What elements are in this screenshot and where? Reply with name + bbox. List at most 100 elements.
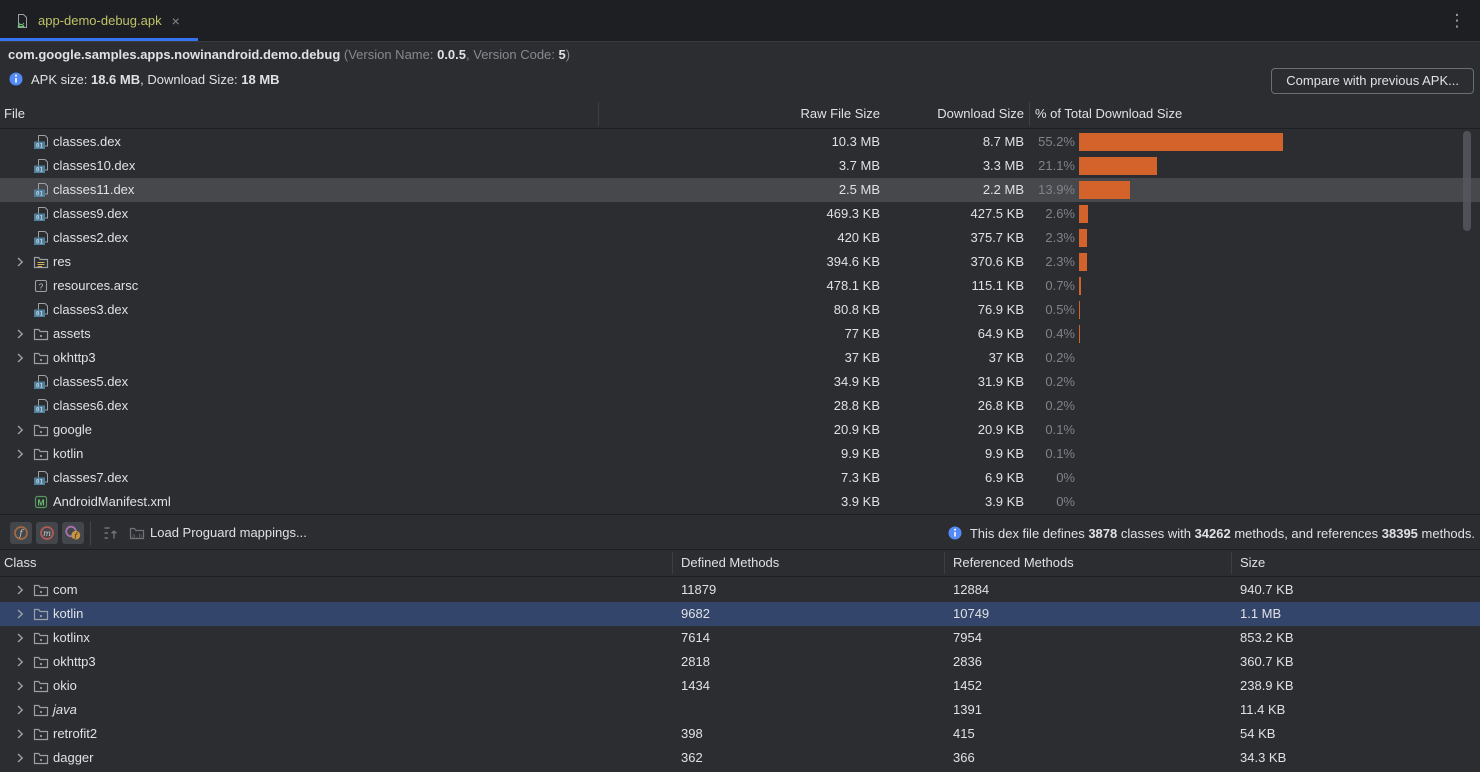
file-row[interactable]: 01classes2.dex420 KB375.7 KB2.3% [0,226,1480,250]
close-icon[interactable]: × [170,14,182,28]
file-row[interactable]: google20.9 KB20.9 KB0.1% [0,418,1480,442]
download-pct-value: 0.1% [1045,418,1075,442]
expand-chevron-icon[interactable] [12,582,28,598]
sort-tree-button[interactable] [100,522,122,544]
download-pct-value: 2.6% [1045,202,1075,226]
download-pct-value: 2.3% [1045,250,1075,274]
expand-chevron-icon[interactable] [12,750,28,766]
column-pct-of-total[interactable]: % of Total Download Size [1035,100,1182,128]
folder-res-icon [33,254,49,270]
expand-chevron-icon[interactable] [12,702,28,718]
class-row[interactable]: kotlinx76147954853.2 KB [0,626,1480,650]
file-name: AndroidManifest.xml [53,490,171,514]
file-row[interactable]: kotlin9.9 KB9.9 KB0.1% [0,442,1480,466]
package-name: retrofit2 [53,722,97,746]
file-row[interactable]: MAndroidManifest.xml3.9 KB3.9 KB0% [0,490,1480,514]
file-row[interactable]: 01classes7.dex7.3 KB6.9 KB0% [0,466,1480,490]
folder-icon [33,326,49,342]
expand-chevron-icon[interactable] [12,726,28,742]
download-pct-value: 0.2% [1045,370,1075,394]
file-row[interactable]: 01classes5.dex34.9 KB31.9 KB0.2% [0,370,1480,394]
folder-icon [33,350,49,366]
apk-size-line: APK size: 18.6 MB, Download Size: 18 MB [8,66,280,92]
raw-file-size-value: 7.3 KB [841,466,880,490]
expand-chevron-icon[interactable] [12,350,28,366]
file-row[interactable]: okhttp337 KB37 KB0.2% [0,346,1480,370]
column-referenced-methods[interactable]: Referenced Methods [953,550,1074,576]
column-raw-file-size[interactable]: Raw File Size [801,100,880,128]
class-row[interactable]: kotlin9682107491.1 MB [0,602,1480,626]
column-download-size[interactable]: Download Size [937,100,1024,128]
download-size-value: 2.2 MB [983,178,1024,202]
all-classes-icon: f [65,525,81,541]
file-row[interactable]: assets77 KB64.9 KB0.4% [0,322,1480,346]
raw-file-size-value: 80.8 KB [834,298,880,322]
size-value: 238.9 KB [1240,674,1294,698]
class-row[interactable]: retrofit239841554 KB [0,722,1480,746]
class-row[interactable]: okhttp328182836360.7 KB [0,650,1480,674]
column-size[interactable]: Size [1240,550,1265,576]
file-row[interactable]: 01classes.dex10.3 MB8.7 MB55.2% [0,130,1480,154]
size-value: 360.7 KB [1240,650,1294,674]
raw-file-size-value: 28.8 KB [834,394,880,418]
version-code: 5 [559,47,566,62]
class-row[interactable]: java139111.4 KB [0,698,1480,722]
vertical-scrollbar-thumb[interactable] [1463,131,1471,231]
class-row[interactable]: com1187912884940.7 KB [0,578,1480,602]
deobfuscate-names-button[interactable]: a.b [126,522,148,544]
file-row[interactable]: 01classes9.dex469.3 KB427.5 KB2.6% [0,202,1480,226]
tab-app-demo-debug-apk[interactable]: app-demo-debug.apk × [0,0,196,41]
raw-file-size-value: 34.9 KB [834,370,880,394]
download-pct-bar [1079,205,1088,223]
column-defined-methods[interactable]: Defined Methods [681,550,779,576]
file-name: classes.dex [53,130,121,154]
class-row[interactable]: okio14341452238.9 KB [0,674,1480,698]
file-row[interactable]: 01classes10.dex3.7 MB3.3 MB21.1% [0,154,1480,178]
package-icon [33,702,49,718]
expand-chevron-icon[interactable] [12,630,28,646]
class-table-rows: com1187912884940.7 KB kotlin9682107491.1… [0,578,1480,772]
file-row[interactable]: 01classes3.dex80.8 KB76.9 KB0.5% [0,298,1480,322]
file-row[interactable]: res394.6 KB370.6 KB2.3% [0,250,1480,274]
expand-chevron-icon[interactable] [12,254,28,270]
file-row[interactable]: 01classes6.dex28.8 KB26.8 KB0.2% [0,394,1480,418]
dex-icon: 01 [33,206,49,222]
expand-chevron-icon[interactable] [12,422,28,438]
compare-with-previous-apk-button[interactable]: Compare with previous APK... [1271,68,1474,94]
show-all-classes-toggle-button[interactable]: f [62,522,84,544]
expand-chevron-icon[interactable] [12,326,28,342]
expand-chevron-icon[interactable] [12,446,28,462]
column-class[interactable]: Class [4,550,37,576]
file-name: classes7.dex [53,466,128,490]
file-name: classes5.dex [53,370,128,394]
folder-icon [33,422,49,438]
download-pct-bar [1079,325,1080,343]
dex-icon: 01 [33,230,49,246]
package-name: com.google.samples.apps.nowinandroid.dem… [8,47,340,62]
expand-chevron-icon[interactable] [12,678,28,694]
column-file[interactable]: File [4,100,25,128]
kebab-menu-icon[interactable]: ⋮ [1448,9,1466,33]
expand-chevron-icon[interactable] [12,606,28,622]
load-proguard-mappings-link[interactable]: Load Proguard mappings... [150,515,307,551]
download-pct-value: 0.5% [1045,298,1075,322]
package-icon [33,750,49,766]
raw-file-size-value: 469.3 KB [827,202,881,226]
arsc-icon: ? [33,278,49,294]
file-row[interactable]: 01classes11.dex2.5 MB2.2 MB13.9% [0,178,1480,202]
file-row[interactable]: ?resources.arsc478.1 KB115.1 KB0.7% [0,274,1480,298]
file-name: kotlin [53,442,83,466]
defined-methods-value: 398 [681,722,703,746]
package-line: com.google.samples.apps.nowinandroid.dem… [8,42,570,68]
download-size-value: 375.7 KB [971,226,1025,250]
manifest-icon: M [33,494,49,510]
defined-classes-count: 3878 [1088,526,1117,541]
filter-fields-toggle-button[interactable]: f [10,522,32,544]
file-name: okhttp3 [53,346,96,370]
size-value: 853.2 KB [1240,626,1294,650]
active-tab-indicator [0,38,198,41]
package-name: dagger [53,746,93,770]
expand-chevron-icon[interactable] [12,654,28,670]
filter-methods-toggle-button[interactable]: m [36,522,58,544]
class-row[interactable]: dagger36236634.3 KB [0,746,1480,770]
